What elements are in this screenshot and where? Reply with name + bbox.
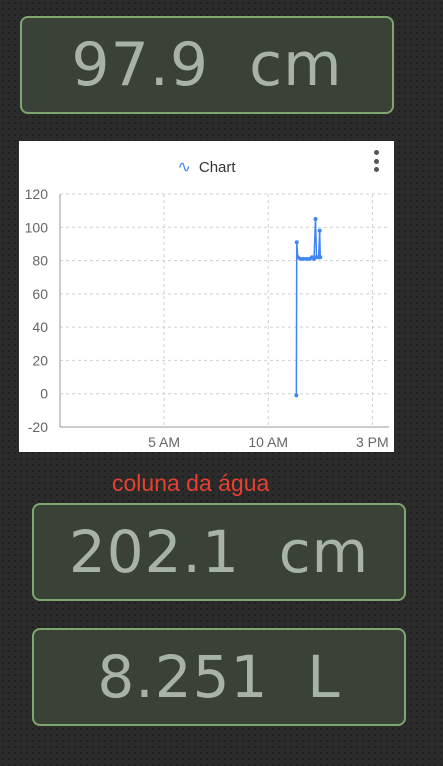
chart-legend[interactable]: ∿ Chart <box>19 157 394 177</box>
x-tick-label: 5 AM <box>148 434 180 450</box>
y-tick-label: -20 <box>28 419 48 435</box>
data-point <box>313 216 318 221</box>
y-tick-label: 60 <box>32 286 48 302</box>
y-tick-label: 100 <box>25 219 49 235</box>
water-column-display: 202.1 cm <box>32 503 406 601</box>
y-tick-label: 80 <box>32 253 48 269</box>
volume-display: 8.251 L <box>32 628 406 726</box>
data-point <box>294 240 299 245</box>
data-point <box>294 393 299 398</box>
x-tick-label: 3 PM <box>356 434 389 450</box>
line-chart: -20 0 20 40 60 80 100 120 5 AM 10 AM 3 PM <box>25 186 389 450</box>
more-options-icon[interactable] <box>372 150 380 172</box>
legend-label: Chart <box>198 159 236 176</box>
series-line <box>295 218 322 396</box>
y-tick-label: 0 <box>40 386 48 402</box>
x-tick-label: 10 AM <box>248 434 288 450</box>
water-column-label: coluna da água <box>112 470 270 496</box>
y-tick-label: 20 <box>32 352 48 368</box>
data-point <box>318 255 323 260</box>
chart-card: -20 0 20 40 60 80 100 120 5 AM 10 AM 3 PM ∿ Chart <box>19 141 394 452</box>
water-depth-display: 97.9 cm <box>20 16 394 114</box>
y-tick-label: 120 <box>25 186 49 202</box>
line-series-icon: ∿ <box>177 159 191 176</box>
y-tick-label: 40 <box>32 319 48 335</box>
data-point <box>317 228 322 233</box>
